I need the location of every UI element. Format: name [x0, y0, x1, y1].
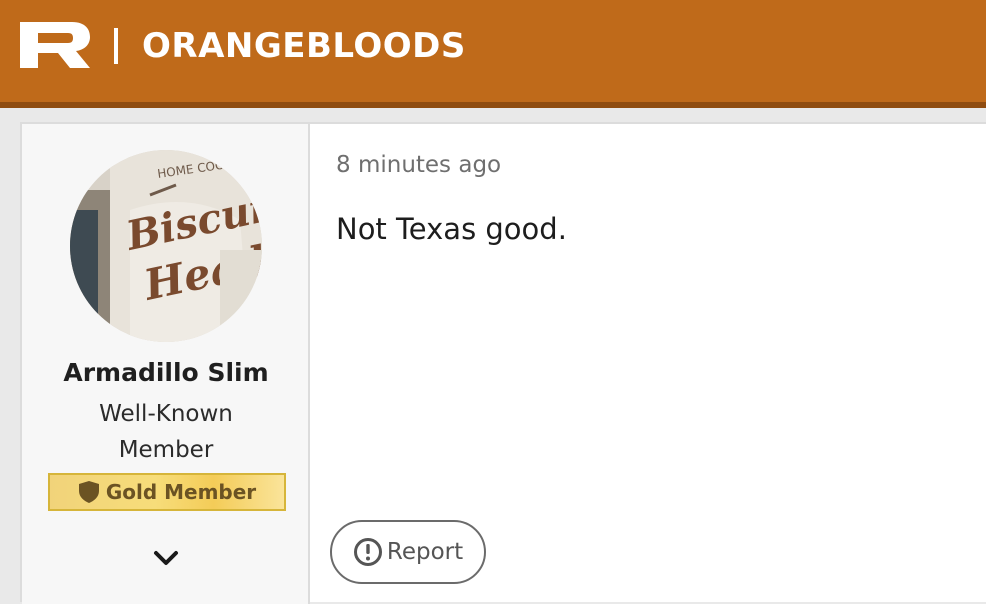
- post-content: 8 minutes ago Not Texas good. Report: [312, 124, 986, 604]
- gold-member-badge: Gold Member: [48, 473, 286, 511]
- post-timestamp[interactable]: 8 minutes ago: [336, 152, 501, 178]
- rivals-r-logo-icon[interactable]: [20, 22, 92, 68]
- post-card: Biscuit Head HOME COOKIN Armadillo Slim …: [20, 122, 986, 604]
- author-title: Well-Known Member: [22, 396, 310, 468]
- chevron-down-icon[interactable]: [152, 546, 180, 570]
- report-button[interactable]: Report: [330, 520, 486, 584]
- site-header: ORANGEBLOODS: [0, 0, 986, 108]
- exclamation-circle-icon: [353, 538, 382, 566]
- avatar-image: Biscuit Head HOME COOKIN: [70, 150, 262, 342]
- report-label: Report: [386, 539, 464, 565]
- shield-icon: [78, 481, 99, 503]
- header-divider: [114, 28, 118, 64]
- site-name[interactable]: ORANGEBLOODS: [142, 24, 466, 68]
- badge-label: Gold Member: [105, 480, 257, 504]
- post-author-panel: Biscuit Head HOME COOKIN Armadillo Slim …: [22, 124, 310, 604]
- post-message: Not Texas good.: [336, 212, 567, 246]
- avatar[interactable]: Biscuit Head HOME COOKIN: [70, 150, 262, 342]
- author-name[interactable]: Armadillo Slim: [22, 358, 310, 387]
- author-title-text: Well-Known Member: [99, 401, 233, 463]
